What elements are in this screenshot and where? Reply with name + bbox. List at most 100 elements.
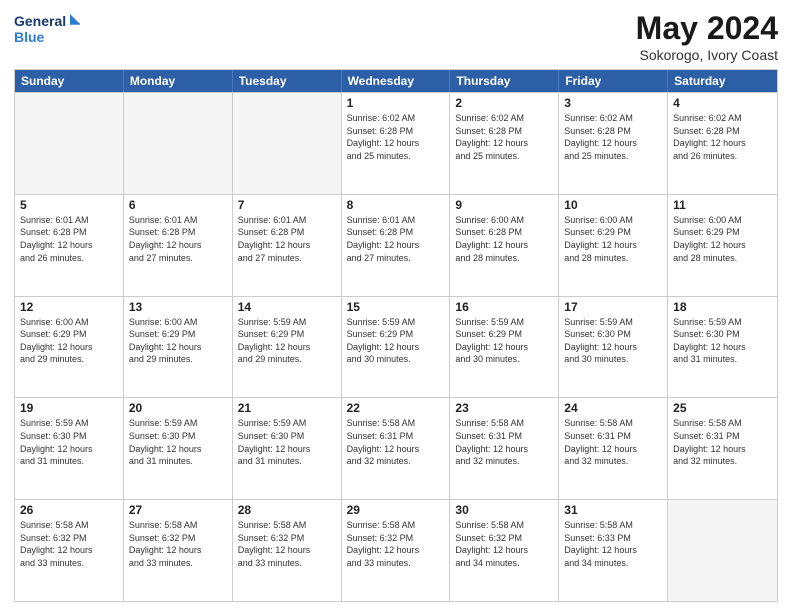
calendar-cell-r2-c2: 6 Sunrise: 6:01 AM Sunset: 6:28 PM Daylig… [124, 195, 233, 296]
page: General Blue May 2024 Sokorogo, Ivory Co… [0, 0, 792, 612]
day-number: 15 [347, 300, 445, 314]
cell-info: Sunrise: 6:01 AM Sunset: 6:28 PM Dayligh… [20, 214, 118, 264]
day-number: 18 [673, 300, 772, 314]
cell-info: Sunrise: 5:58 AM Sunset: 6:33 PM Dayligh… [564, 519, 662, 569]
day-number: 22 [347, 401, 445, 415]
day-number: 9 [455, 198, 553, 212]
day-number: 11 [673, 198, 772, 212]
cell-info: Sunrise: 5:59 AM Sunset: 6:29 PM Dayligh… [347, 316, 445, 366]
day-number: 28 [238, 503, 336, 517]
calendar-cell-r2-c4: 8 Sunrise: 6:01 AM Sunset: 6:28 PM Daylig… [342, 195, 451, 296]
header-tuesday: Tuesday [233, 70, 342, 92]
cell-info: Sunrise: 5:59 AM Sunset: 6:29 PM Dayligh… [455, 316, 553, 366]
calendar-cell-r4-c2: 20Sunrise: 5:59 AM Sunset: 6:30 PM Dayli… [124, 398, 233, 499]
calendar-cell-r3-c4: 15 Sunrise: 5:59 AM Sunset: 6:29 PM Dayli… [342, 297, 451, 398]
cell-info: Sunrise: 5:58 AM Sunset: 6:31 PM Dayligh… [564, 417, 662, 467]
day-number: 30 [455, 503, 553, 517]
cell-info: Sunrise: 5:59 AM Sunset: 6:30 PM Dayligh… [20, 417, 118, 467]
cell-info: Sunrise: 5:58 AM Sunset: 6:31 PM Dayligh… [347, 417, 445, 467]
calendar-cell-r1-c2 [124, 93, 233, 194]
cell-info: Sunrise: 5:59 AM Sunset: 6:30 PM Dayligh… [673, 316, 772, 366]
calendar-body: 1 Sunrise: 6:02 AM Sunset: 6:28 PM Daylig… [15, 92, 777, 601]
day-number: 12 [20, 300, 118, 314]
calendar-cell-r2-c1: 5 Sunrise: 6:01 AM Sunset: 6:28 PM Daylig… [15, 195, 124, 296]
day-number: 17 [564, 300, 662, 314]
header-wednesday: Wednesday [342, 70, 451, 92]
day-number: 14 [238, 300, 336, 314]
cell-info: Sunrise: 5:58 AM Sunset: 6:31 PM Dayligh… [673, 417, 772, 467]
calendar-cell-r4-c7: 25 Sunrise: 5:58 AM Sunset: 6:31 PM Dayli… [668, 398, 777, 499]
day-number: 5 [20, 198, 118, 212]
svg-text:Blue: Blue [14, 29, 45, 45]
cell-info: Sunrise: 6:01 AM Sunset: 6:28 PM Dayligh… [238, 214, 336, 264]
header-friday: Friday [559, 70, 668, 92]
day-number: 29 [347, 503, 445, 517]
day-number: 8 [347, 198, 445, 212]
calendar-cell-r4-c3: 21 Sunrise: 5:59 AM Sunset: 6:30 PM Dayli… [233, 398, 342, 499]
cell-info: Sunrise: 6:02 AM Sunset: 6:28 PM Dayligh… [347, 112, 445, 162]
day-number: 16 [455, 300, 553, 314]
header: General Blue May 2024 Sokorogo, Ivory Co… [14, 10, 778, 63]
calendar-cell-r1-c3 [233, 93, 342, 194]
svg-text:General: General [14, 13, 66, 29]
cell-info: Sunrise: 6:02 AM Sunset: 6:28 PM Dayligh… [455, 112, 553, 162]
calendar-header: Sunday Monday Tuesday Wednesday Thursday… [15, 70, 777, 92]
calendar-cell-r1-c7: 4 Sunrise: 6:02 AM Sunset: 6:28 PM Daylig… [668, 93, 777, 194]
cell-info: Sunrise: 6:00 AM Sunset: 6:29 PM Dayligh… [20, 316, 118, 366]
cell-info: Sunrise: 6:01 AM Sunset: 6:28 PM Dayligh… [347, 214, 445, 264]
day-number: 2 [455, 96, 553, 110]
day-number: 7 [238, 198, 336, 212]
cell-info: Sunrise: 6:02 AM Sunset: 6:28 PM Dayligh… [673, 112, 772, 162]
location: Sokorogo, Ivory Coast [636, 47, 778, 63]
calendar-cell-r5-c4: 29 Sunrise: 5:58 AM Sunset: 6:32 PM Dayli… [342, 500, 451, 601]
calendar-cell-r1-c5: 2 Sunrise: 6:02 AM Sunset: 6:28 PM Daylig… [450, 93, 559, 194]
calendar-cell-r2-c3: 7 Sunrise: 6:01 AM Sunset: 6:28 PM Daylig… [233, 195, 342, 296]
day-number: 24 [564, 401, 662, 415]
calendar-cell-r3-c2: 13Sunrise: 6:00 AM Sunset: 6:29 PM Dayli… [124, 297, 233, 398]
day-number: 20 [129, 401, 227, 415]
cell-info: Sunrise: 5:58 AM Sunset: 6:32 PM Dayligh… [347, 519, 445, 569]
cell-info: Sunrise: 5:58 AM Sunset: 6:31 PM Dayligh… [455, 417, 553, 467]
cell-info: Sunrise: 5:59 AM Sunset: 6:30 PM Dayligh… [238, 417, 336, 467]
cell-info: Sunrise: 6:00 AM Sunset: 6:29 PM Dayligh… [564, 214, 662, 264]
calendar-cell-r1-c1 [15, 93, 124, 194]
calendar-row-5: 26 Sunrise: 5:58 AM Sunset: 6:32 PM Dayli… [15, 499, 777, 601]
calendar-row-1: 1 Sunrise: 6:02 AM Sunset: 6:28 PM Daylig… [15, 92, 777, 194]
calendar-cell-r1-c6: 3Sunrise: 6:02 AM Sunset: 6:28 PM Daylig… [559, 93, 668, 194]
calendar-cell-r1-c4: 1 Sunrise: 6:02 AM Sunset: 6:28 PM Daylig… [342, 93, 451, 194]
title-block: May 2024 Sokorogo, Ivory Coast [636, 10, 778, 63]
calendar-cell-r4-c1: 19 Sunrise: 5:59 AM Sunset: 6:30 PM Dayli… [15, 398, 124, 499]
calendar-cell-r3-c6: 17 Sunrise: 5:59 AM Sunset: 6:30 PM Dayli… [559, 297, 668, 398]
cell-info: Sunrise: 6:01 AM Sunset: 6:28 PM Dayligh… [129, 214, 227, 264]
logo-svg: General Blue [14, 10, 84, 48]
calendar-cell-r3-c5: 16 Sunrise: 5:59 AM Sunset: 6:29 PM Dayli… [450, 297, 559, 398]
day-number: 21 [238, 401, 336, 415]
calendar-cell-r5-c3: 28Sunrise: 5:58 AM Sunset: 6:32 PM Dayli… [233, 500, 342, 601]
calendar-cell-r3-c1: 12 Sunrise: 6:00 AM Sunset: 6:29 PM Dayli… [15, 297, 124, 398]
cell-info: Sunrise: 5:59 AM Sunset: 6:29 PM Dayligh… [238, 316, 336, 366]
cell-info: Sunrise: 5:59 AM Sunset: 6:30 PM Dayligh… [564, 316, 662, 366]
calendar-cell-r5-c5: 30Sunrise: 5:58 AM Sunset: 6:32 PM Dayli… [450, 500, 559, 601]
calendar-cell-r3-c7: 18 Sunrise: 5:59 AM Sunset: 6:30 PM Dayli… [668, 297, 777, 398]
header-thursday: Thursday [450, 70, 559, 92]
calendar-cell-r4-c5: 23Sunrise: 5:58 AM Sunset: 6:31 PM Dayli… [450, 398, 559, 499]
header-saturday: Saturday [668, 70, 777, 92]
day-number: 19 [20, 401, 118, 415]
day-number: 27 [129, 503, 227, 517]
cell-info: Sunrise: 6:00 AM Sunset: 6:28 PM Dayligh… [455, 214, 553, 264]
calendar-cell-r3-c3: 14 Sunrise: 5:59 AM Sunset: 6:29 PM Dayli… [233, 297, 342, 398]
calendar-cell-r2-c5: 9 Sunrise: 6:00 AM Sunset: 6:28 PM Daylig… [450, 195, 559, 296]
cell-info: Sunrise: 5:58 AM Sunset: 6:32 PM Dayligh… [129, 519, 227, 569]
calendar: Sunday Monday Tuesday Wednesday Thursday… [14, 69, 778, 602]
month-title: May 2024 [636, 10, 778, 47]
calendar-row-4: 19 Sunrise: 5:59 AM Sunset: 6:30 PM Dayli… [15, 397, 777, 499]
day-number: 4 [673, 96, 772, 110]
day-number: 6 [129, 198, 227, 212]
calendar-row-2: 5 Sunrise: 6:01 AM Sunset: 6:28 PM Daylig… [15, 194, 777, 296]
day-number: 1 [347, 96, 445, 110]
day-number: 3 [564, 96, 662, 110]
day-number: 10 [564, 198, 662, 212]
day-number: 26 [20, 503, 118, 517]
day-number: 25 [673, 401, 772, 415]
calendar-cell-r5-c2: 27 Sunrise: 5:58 AM Sunset: 6:32 PM Dayli… [124, 500, 233, 601]
